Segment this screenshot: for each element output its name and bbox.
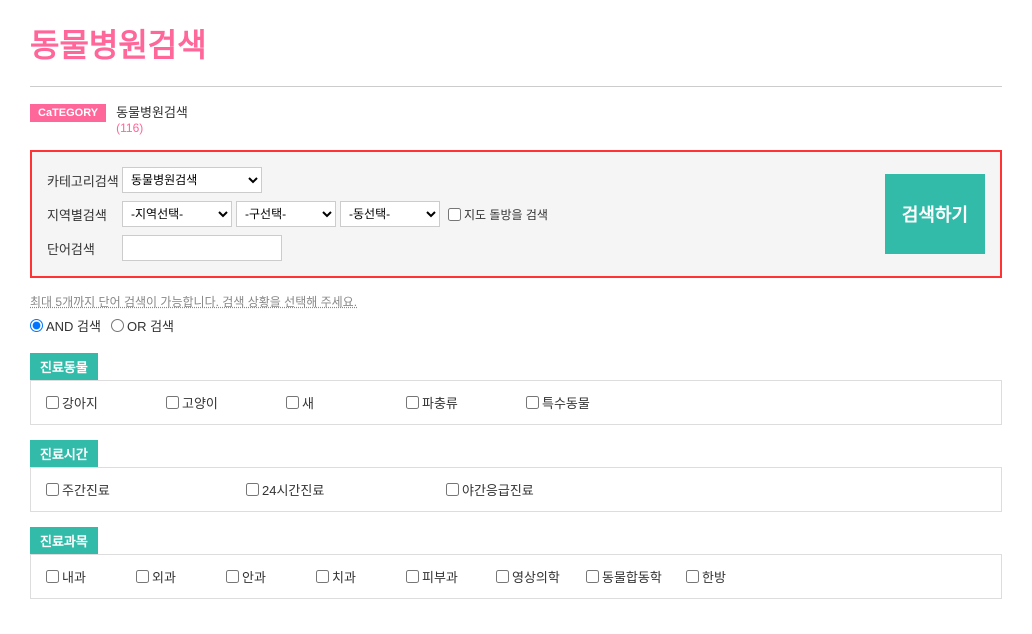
animal-label-0: 강아지 <box>62 393 98 412</box>
or-radio[interactable] <box>111 319 124 332</box>
animal-filter-body: 강아지 고양이 새 파충류 특수동물 <box>30 380 1002 425</box>
search-fields: 카테고리검색 동물병원검색 지역별검색 -지역선택- -구선택- -동선택- <box>47 167 865 261</box>
subject-check-1[interactable] <box>136 570 149 583</box>
subject-check-3[interactable] <box>316 570 329 583</box>
animal-check-3[interactable] <box>406 396 419 409</box>
animal-check-4[interactable] <box>526 396 539 409</box>
page-title: 동물병원검색 <box>30 20 1002 66</box>
subject-filter-title: 진료과목 <box>30 527 98 554</box>
subject-label-1: 외과 <box>152 567 176 586</box>
breadcrumb: CaTEGORY 동물병원검색 (116) <box>30 102 1002 135</box>
region-select[interactable]: -지역선택- <box>122 201 232 227</box>
subject-check-5[interactable] <box>496 570 509 583</box>
category-search-row: 카테고리검색 동물병원검색 <box>47 167 865 193</box>
time-check-1[interactable] <box>246 483 259 496</box>
subject-label-0: 내과 <box>62 567 86 586</box>
animal-filter-item[interactable]: 새 <box>286 393 406 412</box>
time-check-2[interactable] <box>446 483 459 496</box>
hint-text: 최대 5개까지 단어 검색이 가능합니다. 검색 상황을 선택해 주세요. <box>30 293 1002 310</box>
animal-check-2[interactable] <box>286 396 299 409</box>
region-search-row: 지역별검색 -지역선택- -구선택- -동선택- 지도 돌방을 검색 <box>47 201 865 227</box>
subject-filter-item[interactable]: 피부과 <box>406 567 496 586</box>
animal-label-4: 특수동물 <box>542 393 590 412</box>
time-filter-item[interactable]: 야간응급진료 <box>446 480 646 499</box>
subject-check-2[interactable] <box>226 570 239 583</box>
and-radio-text: AND 검색 <box>46 316 101 335</box>
map-check-label[interactable]: 지도 돌방을 검색 <box>448 206 548 223</box>
time-filter-title: 진료시간 <box>30 440 98 467</box>
divider <box>30 86 1002 87</box>
time-filter-item[interactable]: 주간진료 <box>46 480 246 499</box>
subject-filter-item[interactable]: 영상의학 <box>496 567 586 586</box>
subject-label-6: 동물합동학 <box>602 567 662 586</box>
subject-filter-section: 진료과목 내과 외과 안과 치과 <box>30 527 1002 599</box>
subject-label-4: 피부과 <box>422 567 458 586</box>
subject-label-3: 치과 <box>332 567 356 586</box>
subject-filter-items: 내과 외과 안과 치과 피부과 <box>46 565 986 588</box>
time-filter-item[interactable]: 24시간진료 <box>246 480 446 499</box>
breadcrumb-text: 동물병원검색 <box>116 102 188 121</box>
animal-filter-section: 진료동물 강아지 고양이 새 파충류 <box>30 353 1002 425</box>
animal-check-0[interactable] <box>46 396 59 409</box>
region-search-label: 지역별검색 <box>47 205 122 224</box>
subject-check-4[interactable] <box>406 570 419 583</box>
keyword-search-label: 단어검색 <box>47 239 122 258</box>
or-radio-label[interactable]: OR 검색 <box>111 316 174 335</box>
breadcrumb-count: (116) <box>116 121 188 135</box>
subject-filter-item[interactable]: 안과 <box>226 567 316 586</box>
animal-filter-title: 진료동물 <box>30 353 98 380</box>
district-select[interactable]: -구선택- <box>236 201 336 227</box>
subject-check-6[interactable] <box>586 570 599 583</box>
keyword-search-row: 단어검색 <box>47 235 865 261</box>
animal-filter-item[interactable]: 파충류 <box>406 393 526 412</box>
time-label-1: 24시간진료 <box>262 480 324 499</box>
animal-label-2: 새 <box>302 393 314 412</box>
time-label-2: 야간응급진료 <box>462 480 534 499</box>
category-select[interactable]: 동물병원검색 <box>122 167 262 193</box>
subject-label-5: 영상의학 <box>512 567 560 586</box>
subject-filter-item[interactable]: 내과 <box>46 567 136 586</box>
animal-filter-items: 강아지 고양이 새 파충류 특수동물 <box>46 391 986 414</box>
search-button[interactable]: 검색하기 <box>885 174 985 254</box>
subject-filter-item[interactable]: 치과 <box>316 567 406 586</box>
subject-label-2: 안과 <box>242 567 266 586</box>
animal-check-1[interactable] <box>166 396 179 409</box>
time-filter-items: 주간진료 24시간진료 야간응급진료 <box>46 478 986 501</box>
animal-label-1: 고양이 <box>182 393 218 412</box>
subject-filter-item[interactable]: 동물합동학 <box>586 567 686 586</box>
radio-row: AND 검색 OR 검색 <box>30 316 1002 335</box>
subject-filter-item[interactable]: 외과 <box>136 567 226 586</box>
subject-filter-body: 내과 외과 안과 치과 피부과 <box>30 554 1002 599</box>
category-search-label: 카테고리검색 <box>47 171 122 190</box>
subject-filter-item[interactable]: 한방 <box>686 567 776 586</box>
time-check-0[interactable] <box>46 483 59 496</box>
dong-select[interactable]: -동선택- <box>340 201 440 227</box>
map-check-input[interactable] <box>448 208 461 221</box>
map-check-text: 지도 돌방을 검색 <box>464 206 548 223</box>
search-box: 카테고리검색 동물병원검색 지역별검색 -지역선택- -구선택- -동선택- <box>30 150 1002 278</box>
and-radio[interactable] <box>30 319 43 332</box>
and-radio-label[interactable]: AND 검색 <box>30 316 101 335</box>
subject-check-0[interactable] <box>46 570 59 583</box>
or-radio-text: OR 검색 <box>127 316 174 335</box>
time-filter-body: 주간진료 24시간진료 야간응급진료 <box>30 467 1002 512</box>
time-filter-section: 진료시간 주간진료 24시간진료 야간응급진료 <box>30 440 1002 512</box>
time-label-0: 주간진료 <box>62 480 110 499</box>
category-badge: CaTEGORY <box>30 104 106 122</box>
keyword-input[interactable] <box>122 235 282 261</box>
subject-check-7[interactable] <box>686 570 699 583</box>
animal-filter-item[interactable]: 강아지 <box>46 393 166 412</box>
animal-label-3: 파충류 <box>422 393 458 412</box>
animal-filter-item[interactable]: 특수동물 <box>526 393 646 412</box>
animal-filter-item[interactable]: 고양이 <box>166 393 286 412</box>
subject-label-7: 한방 <box>702 567 726 586</box>
